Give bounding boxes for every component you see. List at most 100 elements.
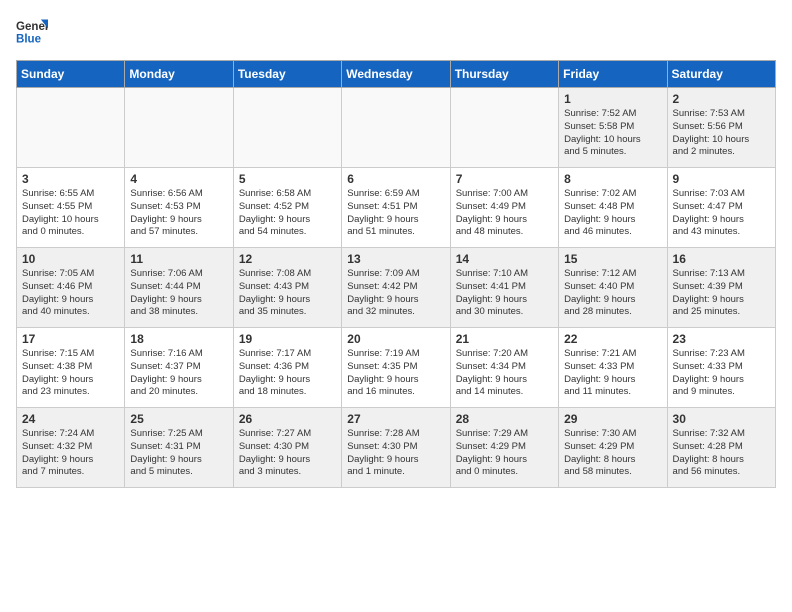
day-number: 14 (456, 252, 553, 266)
week-row-2: 3 Sunrise: 6:55 AM Sunset: 4:55 PM Daylig… (17, 168, 776, 248)
day-number: 20 (347, 332, 444, 346)
day-number: 7 (456, 172, 553, 186)
day-number: 2 (673, 92, 770, 106)
calendar-cell (17, 88, 125, 168)
day-number: 23 (673, 332, 770, 346)
day-number: 10 (22, 252, 119, 266)
cell-details: Sunrise: 7:09 AM Sunset: 4:42 PM Dayligh… (347, 268, 444, 319)
cell-details: Sunrise: 7:23 AM Sunset: 4:33 PM Dayligh… (673, 348, 770, 399)
day-number: 12 (239, 252, 336, 266)
calendar-cell: 21 Sunrise: 7:20 AM Sunset: 4:34 PM Dayli… (450, 328, 558, 408)
calendar-cell: 15Sunrise: 7:12 AM Sunset: 4:40 PM Dayli… (559, 248, 667, 328)
calendar-cell: 5 Sunrise: 6:58 AM Sunset: 4:52 PM Daylig… (233, 168, 341, 248)
week-row-5: 24 Sunrise: 7:24 AM Sunset: 4:32 PM Dayli… (17, 408, 776, 488)
day-number: 24 (22, 412, 119, 426)
calendar-cell: 12 Sunrise: 7:08 AM Sunset: 4:43 PM Dayli… (233, 248, 341, 328)
cell-details: Sunrise: 7:52 AM Sunset: 5:58 PM Dayligh… (564, 108, 661, 159)
calendar-cell: 8 Sunrise: 7:02 AM Sunset: 4:48 PM Daylig… (559, 168, 667, 248)
day-number: 1 (564, 92, 661, 106)
calendar-table: SundayMondayTuesdayWednesdayThursdayFrid… (16, 60, 776, 488)
logo-icon: General Blue (16, 16, 48, 48)
calendar-cell (125, 88, 233, 168)
day-number: 27 (347, 412, 444, 426)
cell-details: Sunrise: 7:10 AM Sunset: 4:41 PM Dayligh… (456, 268, 553, 319)
calendar-cell: 13 Sunrise: 7:09 AM Sunset: 4:42 PM Dayli… (342, 248, 450, 328)
calendar-body: 1 Sunrise: 7:52 AM Sunset: 5:58 PM Daylig… (17, 88, 776, 488)
calendar-cell: 3 Sunrise: 6:55 AM Sunset: 4:55 PM Daylig… (17, 168, 125, 248)
calendar-cell: 4 Sunrise: 6:56 AM Sunset: 4:53 PM Daylig… (125, 168, 233, 248)
col-header-tuesday: Tuesday (233, 61, 341, 88)
cell-details: Sunrise: 6:55 AM Sunset: 4:55 PM Dayligh… (22, 188, 119, 239)
day-number: 13 (347, 252, 444, 266)
cell-details: Sunrise: 7:25 AM Sunset: 4:31 PM Dayligh… (130, 428, 227, 479)
day-number: 21 (456, 332, 553, 346)
day-number: 5 (239, 172, 336, 186)
cell-details: Sunrise: 7:17 AM Sunset: 4:36 PM Dayligh… (239, 348, 336, 399)
cell-details: Sunrise: 7:13 AM Sunset: 4:39 PM Dayligh… (673, 268, 770, 319)
calendar-cell (450, 88, 558, 168)
calendar-cell: 14 Sunrise: 7:10 AM Sunset: 4:41 PM Dayli… (450, 248, 558, 328)
day-number: 4 (130, 172, 227, 186)
day-number: 6 (347, 172, 444, 186)
calendar-cell: 17Sunrise: 7:15 AM Sunset: 4:38 PM Dayli… (17, 328, 125, 408)
cell-details: Sunrise: 6:56 AM Sunset: 4:53 PM Dayligh… (130, 188, 227, 239)
col-header-thursday: Thursday (450, 61, 558, 88)
svg-text:General: General (16, 21, 48, 33)
cell-details: Sunrise: 7:30 AM Sunset: 4:29 PM Dayligh… (564, 428, 661, 479)
col-header-saturday: Saturday (667, 61, 775, 88)
calendar-cell: 30 Sunrise: 7:32 AM Sunset: 4:28 PM Dayli… (667, 408, 775, 488)
calendar-cell: 22Sunrise: 7:21 AM Sunset: 4:33 PM Dayli… (559, 328, 667, 408)
day-number: 28 (456, 412, 553, 426)
calendar-cell: 18Sunrise: 7:16 AM Sunset: 4:37 PM Dayli… (125, 328, 233, 408)
header: General Blue (16, 16, 776, 48)
cell-details: Sunrise: 7:08 AM Sunset: 4:43 PM Dayligh… (239, 268, 336, 319)
day-number: 19 (239, 332, 336, 346)
cell-details: Sunrise: 7:28 AM Sunset: 4:30 PM Dayligh… (347, 428, 444, 479)
week-row-3: 10 Sunrise: 7:05 AM Sunset: 4:46 PM Dayli… (17, 248, 776, 328)
calendar-header: SundayMondayTuesdayWednesdayThursdayFrid… (17, 61, 776, 88)
col-header-wednesday: Wednesday (342, 61, 450, 88)
day-number: 15 (564, 252, 661, 266)
days-row: SundayMondayTuesdayWednesdayThursdayFrid… (17, 61, 776, 88)
calendar-cell: 29 Sunrise: 7:30 AM Sunset: 4:29 PM Dayli… (559, 408, 667, 488)
cell-details: Sunrise: 7:05 AM Sunset: 4:46 PM Dayligh… (22, 268, 119, 319)
cell-details: Sunrise: 7:53 AM Sunset: 5:56 PM Dayligh… (673, 108, 770, 159)
calendar-cell: 20Sunrise: 7:19 AM Sunset: 4:35 PM Dayli… (342, 328, 450, 408)
day-number: 8 (564, 172, 661, 186)
calendar-cell: 6 Sunrise: 6:59 AM Sunset: 4:51 PM Daylig… (342, 168, 450, 248)
cell-details: Sunrise: 7:06 AM Sunset: 4:44 PM Dayligh… (130, 268, 227, 319)
cell-details: Sunrise: 7:24 AM Sunset: 4:32 PM Dayligh… (22, 428, 119, 479)
cell-details: Sunrise: 7:21 AM Sunset: 4:33 PM Dayligh… (564, 348, 661, 399)
calendar-cell: 16Sunrise: 7:13 AM Sunset: 4:39 PM Dayli… (667, 248, 775, 328)
cell-details: Sunrise: 6:58 AM Sunset: 4:52 PM Dayligh… (239, 188, 336, 239)
calendar-cell: 28Sunrise: 7:29 AM Sunset: 4:29 PM Dayli… (450, 408, 558, 488)
day-number: 9 (673, 172, 770, 186)
col-header-friday: Friday (559, 61, 667, 88)
calendar-cell: 9Sunrise: 7:03 AM Sunset: 4:47 PM Daylig… (667, 168, 775, 248)
calendar-cell: 27 Sunrise: 7:28 AM Sunset: 4:30 PM Dayli… (342, 408, 450, 488)
day-number: 30 (673, 412, 770, 426)
col-header-monday: Monday (125, 61, 233, 88)
cell-details: Sunrise: 7:02 AM Sunset: 4:48 PM Dayligh… (564, 188, 661, 239)
calendar-cell: 26Sunrise: 7:27 AM Sunset: 4:30 PM Dayli… (233, 408, 341, 488)
calendar-cell: 11 Sunrise: 7:06 AM Sunset: 4:44 PM Dayli… (125, 248, 233, 328)
col-header-sunday: Sunday (17, 61, 125, 88)
day-number: 3 (22, 172, 119, 186)
cell-details: Sunrise: 6:59 AM Sunset: 4:51 PM Dayligh… (347, 188, 444, 239)
day-number: 11 (130, 252, 227, 266)
cell-details: Sunrise: 7:32 AM Sunset: 4:28 PM Dayligh… (673, 428, 770, 479)
week-row-4: 17Sunrise: 7:15 AM Sunset: 4:38 PM Dayli… (17, 328, 776, 408)
calendar-cell: 19 Sunrise: 7:17 AM Sunset: 4:36 PM Dayli… (233, 328, 341, 408)
cell-details: Sunrise: 7:16 AM Sunset: 4:37 PM Dayligh… (130, 348, 227, 399)
cell-details: Sunrise: 7:20 AM Sunset: 4:34 PM Dayligh… (456, 348, 553, 399)
calendar-cell: 7Sunrise: 7:00 AM Sunset: 4:49 PM Daylig… (450, 168, 558, 248)
svg-text:Blue: Blue (16, 34, 42, 46)
calendar-cell: 25Sunrise: 7:25 AM Sunset: 4:31 PM Dayli… (125, 408, 233, 488)
calendar-cell: 1 Sunrise: 7:52 AM Sunset: 5:58 PM Daylig… (559, 88, 667, 168)
day-number: 26 (239, 412, 336, 426)
day-number: 29 (564, 412, 661, 426)
calendar-cell: 24 Sunrise: 7:24 AM Sunset: 4:32 PM Dayli… (17, 408, 125, 488)
calendar-cell (342, 88, 450, 168)
calendar-cell: 23 Sunrise: 7:23 AM Sunset: 4:33 PM Dayli… (667, 328, 775, 408)
logo: General Blue (16, 16, 48, 48)
